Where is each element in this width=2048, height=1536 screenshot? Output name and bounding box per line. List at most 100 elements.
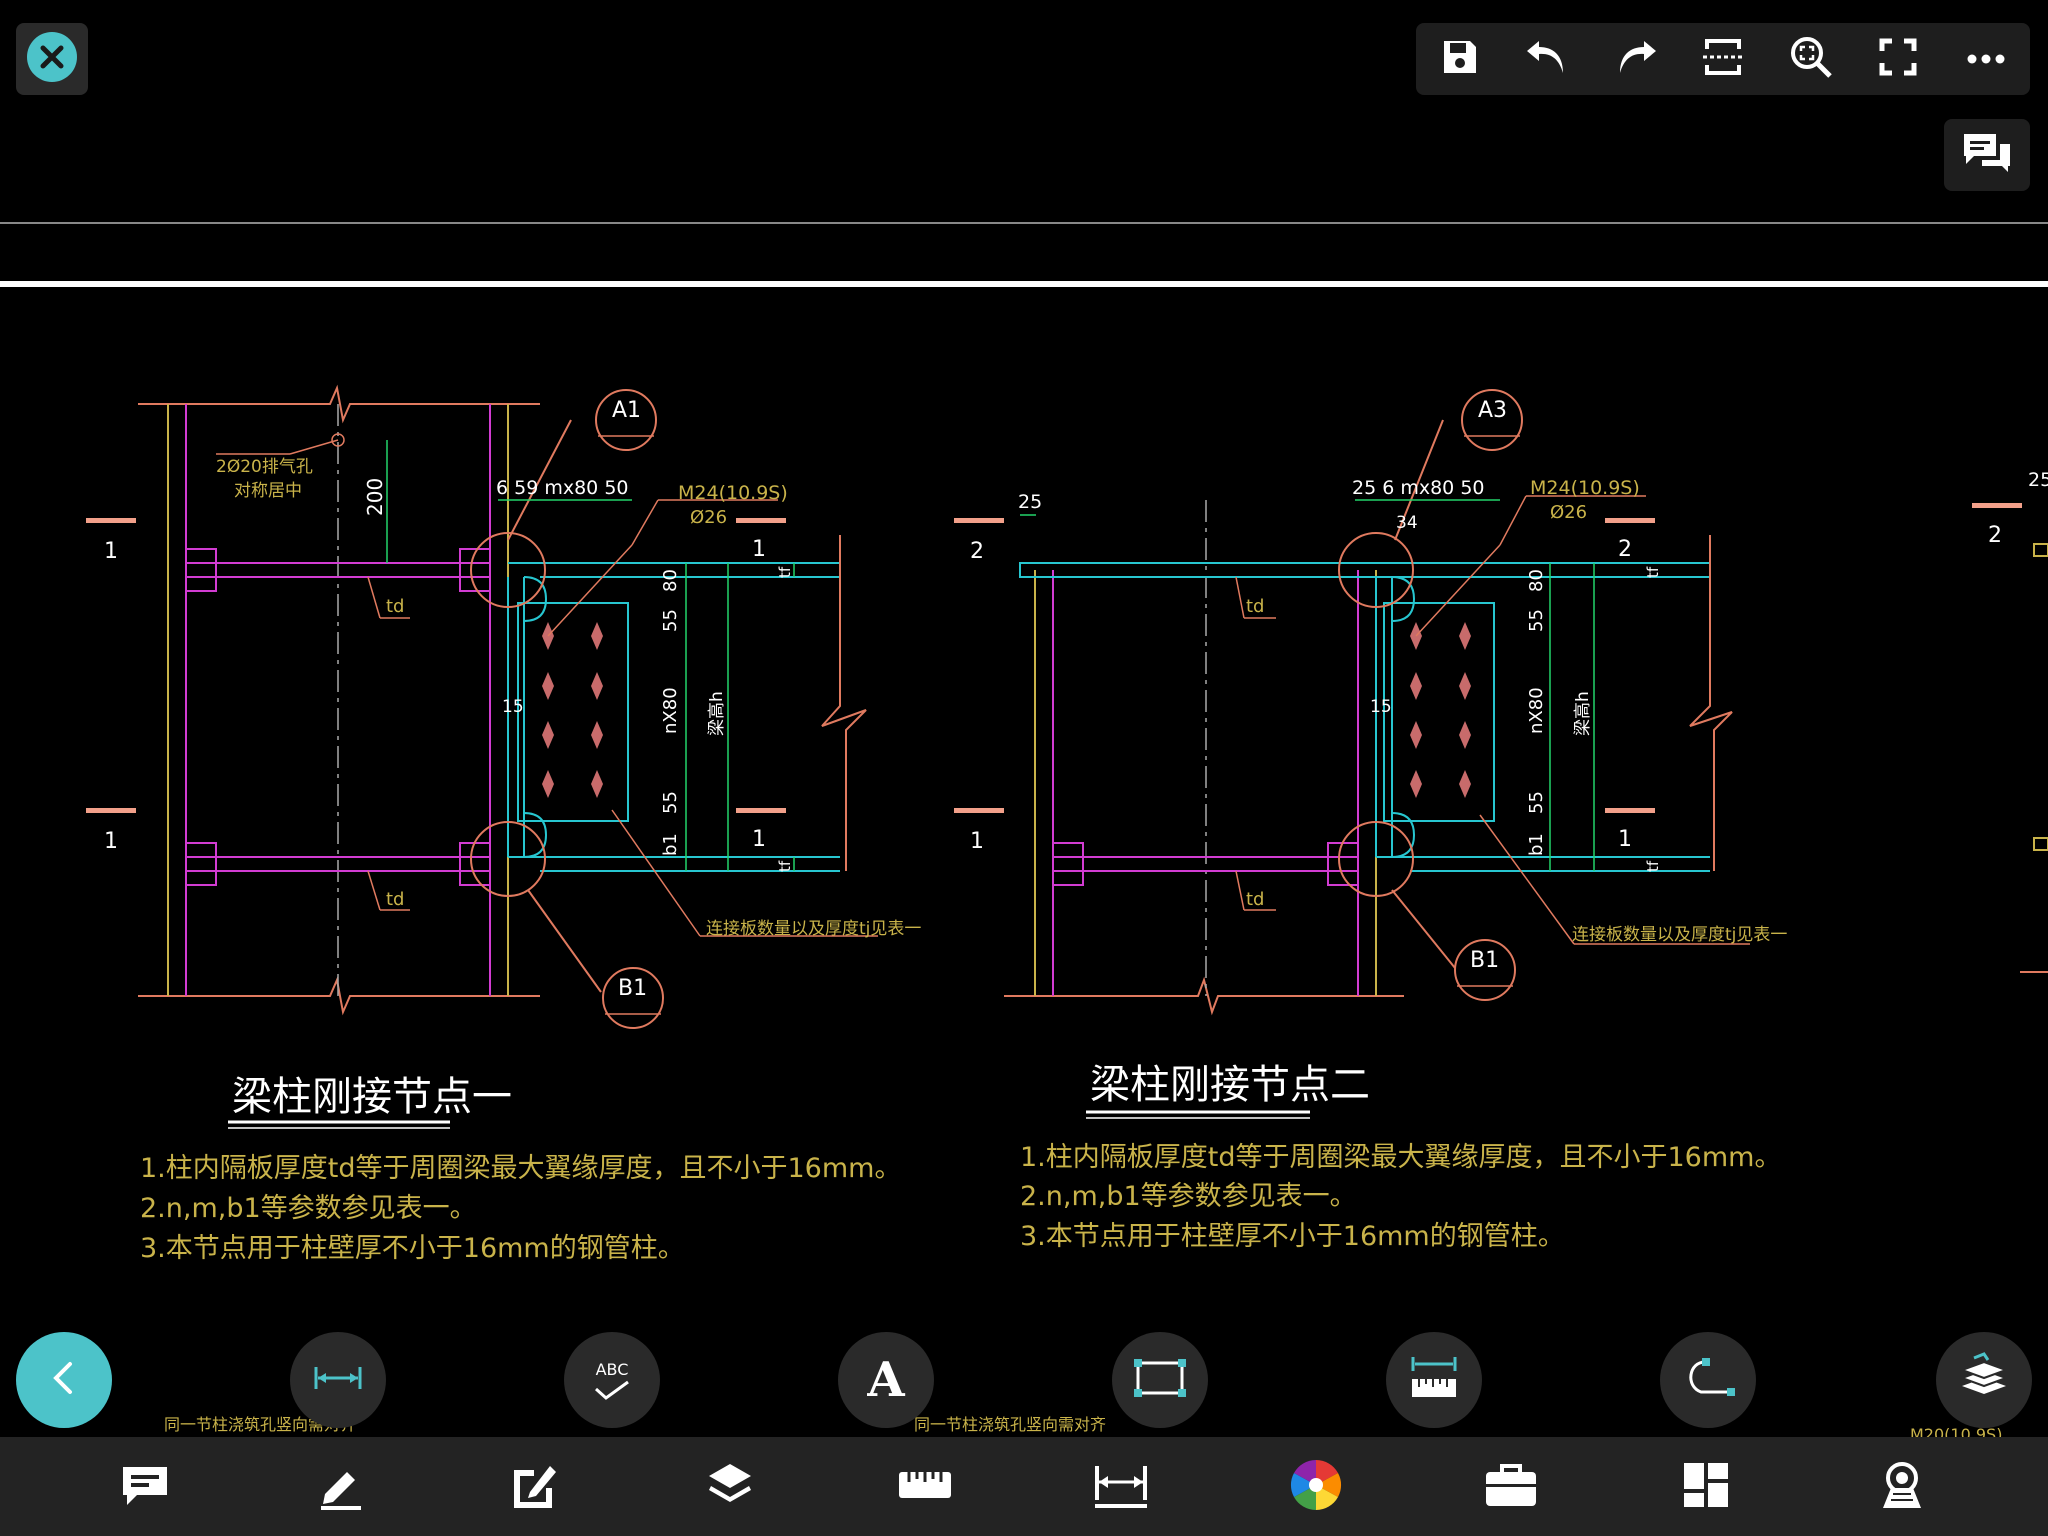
dim-15-1: 15 [502, 697, 524, 717]
dim-nx80-1: nX80 [660, 687, 681, 734]
more-icon [1966, 50, 2006, 69]
section-1-right-bottom: 1 [752, 827, 766, 852]
td-top-1: td [386, 596, 404, 617]
spell-check-label: ABC [595, 1359, 629, 1379]
vent-label-1: 2Ø20排气孔 [216, 457, 313, 477]
save-icon [1440, 37, 1480, 81]
rectangle-tool-button[interactable] [1112, 1332, 1208, 1428]
top-toolbar [1416, 23, 2030, 95]
polyline-icon [1681, 1356, 1735, 1404]
back-icon [44, 1358, 84, 1402]
text-icon: A [867, 1352, 905, 1408]
tf-top-2: tf [1644, 566, 1662, 578]
plate-note-1: 连接板数量以及厚度tj见表一 [706, 919, 921, 939]
polyline-tool-button[interactable] [1660, 1332, 1756, 1428]
color-wheel-icon [1290, 1459, 1342, 1515]
undo-button[interactable] [1516, 27, 1580, 91]
dim-200: 200 [363, 478, 387, 516]
fullscreen-icon [1878, 37, 1918, 81]
layers-tool-button[interactable] [1936, 1332, 2032, 1428]
dim-nx80-2: nX80 [1526, 687, 1547, 734]
zoom-icon [1788, 34, 1834, 84]
more-button[interactable] [1954, 27, 2018, 91]
edit-button[interactable] [495, 1447, 575, 1527]
bottom-toolbar [0, 1437, 2048, 1536]
tf-bottom-2: tf [1644, 860, 1662, 872]
td-bottom-1: td [386, 889, 404, 910]
view-icon [1875, 1460, 1929, 1514]
window-select-button[interactable] [1691, 27, 1755, 91]
dim-top-1: 6 59 mx80 50 [496, 477, 629, 499]
dim-top-2: 25 6 mx80 50 [1352, 477, 1485, 499]
measure-icon [1409, 1353, 1459, 1407]
dim-25-left-2: 25 [1018, 491, 1042, 513]
td-bottom-2: td [1246, 889, 1264, 910]
bolt-label-1: M24(10.9S) [678, 482, 788, 504]
dimension-icon [313, 1363, 363, 1397]
grid-icon [1682, 1461, 1730, 1513]
dim-34-2: 34 [1396, 513, 1418, 533]
section-2-far-right: 2 [1988, 523, 2002, 548]
beam-height-2: 梁高h [1573, 691, 1593, 736]
pencil-icon [315, 1460, 365, 1514]
close-icon [26, 31, 78, 87]
annotation-button[interactable] [105, 1447, 185, 1527]
comments-button[interactable] [1944, 119, 2030, 191]
beam-height-1: 梁高h [707, 691, 727, 736]
close-button[interactable] [16, 23, 88, 95]
plate-note-2: 连接板数量以及厚度tj见表一 [1572, 925, 1787, 945]
cad-drawing-canvas[interactable]: 2Ø20排气孔 对称居中 200 6 59 mx80 50 M24(10.9S)… [0, 0, 2048, 1437]
section-1-left-2: 1 [970, 829, 984, 854]
detail-1-labels: 2Ø20排气孔 对称居中 200 6 59 mx80 50 M24(10.9S)… [104, 398, 921, 1264]
measure-button[interactable] [885, 1447, 965, 1527]
detail-2-labels: 25 25 6 mx80 50 34 M24(10.9S) Ø26 A3 B1 … [970, 398, 1787, 1252]
color-button[interactable] [1276, 1447, 1356, 1527]
ruler-icon [897, 1468, 953, 1506]
undo-icon [1525, 37, 1571, 81]
callout-b1-right: B1 [1470, 948, 1499, 973]
draw-button[interactable] [300, 1447, 380, 1527]
toolbox-button[interactable] [1471, 1447, 1551, 1527]
vent-label-2: 对称居中 [234, 481, 302, 501]
dim-55a-2: 55 [1526, 609, 1547, 632]
redo-icon [1612, 37, 1658, 81]
td-top-2: td [1246, 596, 1264, 617]
layers-icon [1958, 1352, 2010, 1408]
text-tool-button[interactable]: A [838, 1332, 934, 1428]
spell-check-tool-button[interactable]: ABC [564, 1332, 660, 1428]
spell-check-icon: ABC [592, 1360, 632, 1401]
dim-80-2: 80 [1526, 569, 1547, 592]
fullscreen-button[interactable] [1866, 27, 1930, 91]
section-1-left-bottom: 1 [104, 829, 118, 854]
dim-55a-1: 55 [660, 609, 681, 632]
detail-3-partial [1972, 503, 2048, 973]
detail-2-note-3: 3.本节点用于柱壁厚不小于16mm的钢管柱。 [1020, 1221, 1565, 1252]
callout-b1-left: B1 [618, 976, 647, 1001]
comments-icon [1962, 132, 2012, 178]
detail-3-labels: 25 2 同一节柱浇筑孔竖向需对齐 同一节柱浇筑孔竖向需对齐 M20(10.9S… [164, 469, 2048, 1437]
redo-button[interactable] [1603, 27, 1667, 91]
detail-2-note-2: 2.n,m,b1等参数参见表一。 [1020, 1181, 1357, 1212]
tf-top-1: tf [776, 566, 794, 578]
footer-text-mid: 同一节柱浇筑孔竖向需对齐 [914, 1415, 1106, 1434]
hole-label-1: Ø26 [690, 507, 727, 528]
detail-2 [954, 389, 1750, 1119]
layers-icon [705, 1460, 755, 1514]
callout-a1: A1 [612, 398, 641, 423]
dim-25-right: 25 [2028, 469, 2048, 491]
section-2-left: 2 [970, 539, 984, 564]
measure-tool-button[interactable] [1386, 1332, 1482, 1428]
zoom-button[interactable] [1779, 27, 1843, 91]
section-1-left-top: 1 [104, 539, 118, 564]
window-select-icon [1701, 35, 1745, 83]
section-1-right-2: 1 [1618, 827, 1632, 852]
view-button[interactable] [1862, 1447, 1942, 1527]
back-button[interactable] [16, 1332, 112, 1428]
detail-1-note-2: 2.n,m,b1等参数参见表一。 [140, 1193, 477, 1224]
dimension-button[interactable] [1081, 1447, 1161, 1527]
dimension-tool-button[interactable] [290, 1332, 386, 1428]
layers-button[interactable] [690, 1447, 770, 1527]
save-button[interactable] [1428, 27, 1492, 91]
grid-button[interactable] [1666, 1447, 1746, 1527]
dim-b1-1: b1 [660, 833, 681, 856]
